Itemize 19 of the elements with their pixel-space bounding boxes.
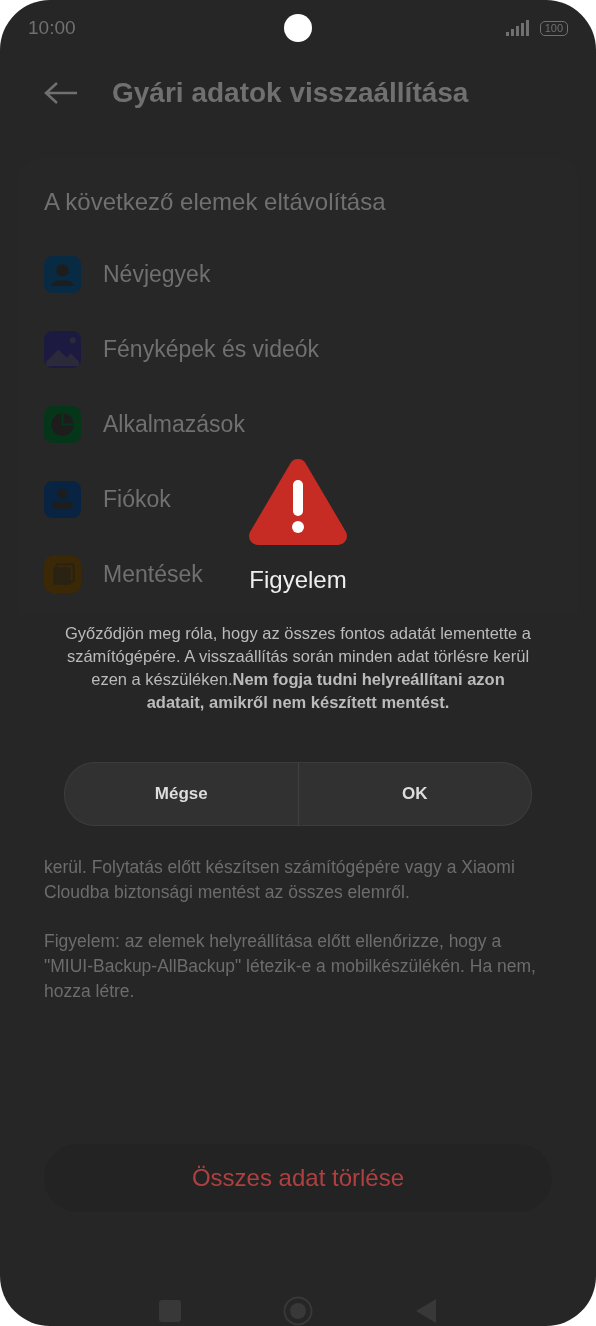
battery-level: 100: [539, 20, 568, 36]
info-text: kerül. Folytatás előtt készítsen számítógépére vagy a Xiaomi Cloudba biztonsági mentést az összes elemről.: [44, 856, 516, 905]
item-label: Fényképek és videók: [103, 336, 320, 364]
item-label: Mentések: [103, 561, 203, 589]
camera-hole: [284, 14, 312, 42]
page-title: Gyári adatok visszaállítása: [112, 77, 469, 110]
dialog-message: Győződjön meg róla, hogy az összes fontos adatát lementette a számítógépére. A visszaállítás során minden adat törlésre kerül ezen a készüléken.Nem fogja tudni helyreállítani azon adatait, amikről nem készített mentést.: [64, 623, 532, 713]
item-label: Névjegyek: [103, 261, 211, 289]
item-label: Fiókok: [103, 486, 171, 514]
section-title: A következő elemek eltávolítása: [44, 188, 387, 217]
item-label: Alkalmazások: [103, 411, 245, 439]
status-time: 10:00: [28, 17, 76, 40]
dialog-button[interactable]: Mégse: [65, 763, 298, 825]
warning-icon: [248, 458, 348, 546]
signal-icon: [505, 20, 532, 37]
info-text: Figyelem: az elemek helyreállítása előtt ellenőrizze, hogy a "MIUI-Backup-AllBackup" létezik-e a mobilkészülékén. Ha nem, hozza létre.: [44, 930, 537, 1004]
dialog-title: Figyelem: [249, 566, 347, 594]
back-icon[interactable]: [44, 81, 78, 106]
dialog-button[interactable]: OK: [297, 763, 531, 825]
